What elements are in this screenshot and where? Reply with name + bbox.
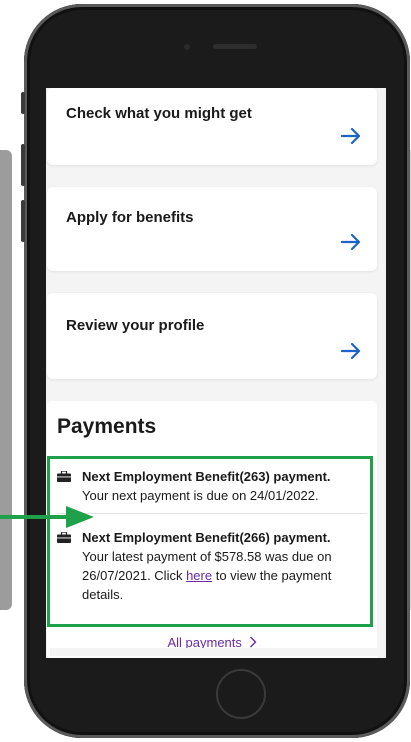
home-button[interactable] [216, 669, 266, 719]
briefcase-icon [57, 532, 71, 543]
green-arrow-icon [0, 506, 94, 528]
payment-heading: Next Employment Benefit(266) payment. [82, 530, 331, 545]
earpiece-speaker [213, 44, 257, 49]
front-camera [184, 44, 190, 50]
card-title: Apply for benefits [66, 209, 194, 226]
card-title: Check what you might get [66, 105, 252, 122]
chevron-right-icon [249, 636, 257, 648]
here-link[interactable]: here [186, 568, 212, 583]
divider [57, 513, 367, 514]
volume-down-button [21, 200, 25, 242]
card-review-your-profile[interactable]: Review your profile [47, 293, 377, 379]
screen-bottom-strip [50, 648, 384, 656]
payment-text: Your latest payment of $578.58 was due o… [82, 547, 367, 604]
payment-item: Next Employment Benefit(266) payment. Yo… [57, 528, 367, 604]
payment-heading: Next Employment Benefit(263) payment. [82, 469, 331, 484]
volume-up-button [21, 144, 25, 186]
phone-screen: Check what you might get Apply for benef… [46, 88, 386, 658]
payments-card: Payments Next Employment Benefit(263) pa… [47, 401, 377, 658]
background-side-panel [0, 150, 12, 610]
card-title: Review your profile [66, 317, 205, 334]
card-apply-for-benefits[interactable]: Apply for benefits [47, 187, 377, 271]
arrow-right-icon [341, 234, 361, 250]
payments-title: Payments [57, 415, 157, 438]
card-check-what-you-might-get[interactable]: Check what you might get [47, 88, 377, 165]
payment-item: Next Employment Benefit(263) payment. Yo… [57, 467, 367, 505]
arrow-right-icon [341, 128, 361, 144]
briefcase-icon [57, 471, 71, 482]
mute-switch [21, 92, 25, 114]
arrow-right-icon [341, 343, 361, 359]
payment-text: Your next payment is due on 24/01/2022. [82, 488, 319, 503]
